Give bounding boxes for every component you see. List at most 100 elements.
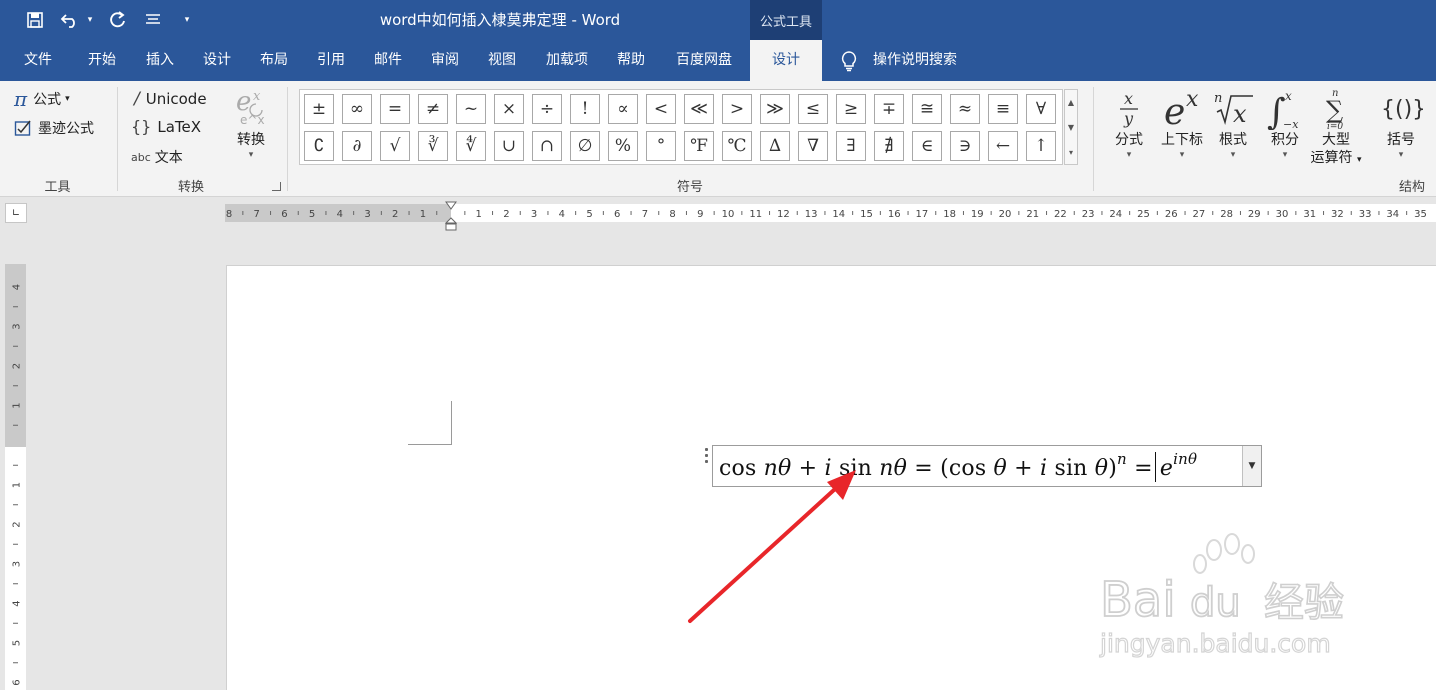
symbol-contains[interactable]: ∋ <box>950 131 980 161</box>
tell-me-search[interactable]: 操作说明搜索 <box>873 40 957 81</box>
ruler-number: 1 <box>12 482 23 488</box>
symbol-factorial[interactable]: ! <box>570 94 600 124</box>
redo-icon <box>110 11 125 28</box>
svg-text:∑: ∑ <box>1326 96 1343 124</box>
gallery-expand-button[interactable]: ▾ <box>1065 140 1077 165</box>
symbol-minus-plus[interactable]: ∓ <box>874 94 904 124</box>
gallery-scroll-up[interactable]: ▲ <box>1065 90 1077 115</box>
redo-button[interactable] <box>106 8 130 32</box>
symbol-greater-equal[interactable]: ≥ <box>836 94 866 124</box>
symbol-intersection[interactable]: ∩ <box>532 131 562 161</box>
equation-button[interactable]: π 公式 ▾ <box>14 87 70 111</box>
symbol-nabla[interactable]: ∇ <box>798 131 828 161</box>
integral-button[interactable]: ∫ x −x 积分 ▾ <box>1262 85 1308 169</box>
symbol-for-all[interactable]: ∀ <box>1026 94 1056 124</box>
symbol-fourth-root[interactable]: ∜ <box>456 131 486 161</box>
undo-dropdown[interactable]: ▾ <box>84 8 96 32</box>
symbol-complement[interactable]: ∁ <box>304 131 334 161</box>
tab-view[interactable]: 视图 <box>476 40 528 81</box>
symbol-up-arrow[interactable]: ↑ <box>1026 131 1056 161</box>
symbol-plus-minus[interactable]: ± <box>304 94 334 124</box>
symbol-infinity[interactable]: ∞ <box>342 94 372 124</box>
ruler-number: 2 <box>12 521 23 527</box>
touch-mode-button[interactable] <box>142 8 164 32</box>
large-operator-button[interactable]: n ∑ i=0 大型 运算符 ▾ <box>1310 85 1362 169</box>
symbol-tilde[interactable]: ~ <box>456 94 486 124</box>
symbol-cube-root[interactable]: ∛ <box>418 131 448 161</box>
symbol-celsius[interactable]: ℃ <box>722 131 752 161</box>
symbol-increment[interactable]: ∆ <box>760 131 790 161</box>
chevron-down-icon: ▾ <box>1398 150 1404 160</box>
symbol-greater-than[interactable]: > <box>722 94 752 124</box>
braces-icon: {} <box>131 117 152 136</box>
text-option[interactable]: abc 文本 <box>131 147 183 167</box>
customize-qat-button[interactable]: ▾ <box>180 8 194 32</box>
indent-marker-icon[interactable] <box>445 201 457 231</box>
symbol-identical[interactable]: ≡ <box>988 94 1018 124</box>
tab-references[interactable]: 引用 <box>305 40 357 81</box>
tab-design[interactable]: 设计 <box>191 40 243 81</box>
symbol-percent[interactable]: % <box>608 131 638 161</box>
tab-review[interactable]: 审阅 <box>419 40 471 81</box>
symbol-less-than[interactable]: < <box>646 94 676 124</box>
equation-options-dropdown[interactable]: ▼ <box>1242 446 1261 486</box>
ruler-number: 2 <box>503 209 509 220</box>
ruler-number: 23 <box>1082 209 1095 220</box>
symbol-fahrenheit[interactable]: ℉ <box>684 131 714 161</box>
symbol-empty-set[interactable]: ∅ <box>570 131 600 161</box>
symbol-sqrt[interactable]: √ <box>380 131 410 161</box>
symbol-not-equal[interactable]: ≠ <box>418 94 448 124</box>
save-button[interactable] <box>24 8 46 32</box>
vertical-ruler[interactable]: 4 3 2 1 1 2 3 4 5 6 <box>5 264 26 690</box>
ruler-number: 4 <box>337 209 343 220</box>
unicode-option[interactable]: / Unicode <box>134 89 207 109</box>
symbol-times[interactable]: × <box>494 94 524 124</box>
equation-move-handle[interactable] <box>701 446 712 464</box>
latex-option[interactable]: {} LaTeX <box>131 117 201 136</box>
horizontal-ruler[interactable]: 8 7 6 5 4 3 2 1 1 2 3 4 5 6 7 8 9 10 11 12 13 14 15 16 17 18 19 20 2… <box>225 201 1436 231</box>
fraction-button[interactable]: xy 分式 ▾ <box>1108 85 1150 169</box>
tab-help[interactable]: 帮助 <box>605 40 657 81</box>
tab-addins[interactable]: 加载项 <box>536 40 598 81</box>
symbol-divide[interactable]: ÷ <box>532 94 562 124</box>
symbol-equals[interactable]: = <box>380 94 410 124</box>
bracket-icon: {()} <box>1378 85 1424 131</box>
symbol-approx[interactable]: ≈ <box>950 94 980 124</box>
de-moivre-equation[interactable]: cos nθ + i sin nθ = (cos θ + i sin θ)n =… <box>719 450 1197 481</box>
undo-button[interactable] <box>58 8 82 32</box>
symbol-partial[interactable]: ∂ <box>342 131 372 161</box>
tab-insert[interactable]: 插入 <box>134 40 186 81</box>
tab-equation-design[interactable]: 设计 <box>750 40 822 81</box>
lightbulb-icon[interactable] <box>838 50 860 72</box>
gallery-scrollbar: ▲ ▼ ▾ <box>1064 89 1078 165</box>
symbol-union[interactable]: ∪ <box>494 131 524 161</box>
symbol-congruent[interactable]: ≅ <box>912 94 942 124</box>
symbol-left-arrow[interactable]: ← <box>988 131 1018 161</box>
ruler-number: 25 <box>1137 209 1150 220</box>
group-label-structures: 结构 <box>1398 180 1425 195</box>
symbol-degree[interactable]: ° <box>646 131 676 161</box>
symbol-less-equal[interactable]: ≤ <box>798 94 828 124</box>
gallery-scroll-down[interactable]: ▼ <box>1065 115 1077 140</box>
tab-layout[interactable]: 布局 <box>248 40 300 81</box>
symbol-much-greater[interactable]: ≫ <box>760 94 790 124</box>
tab-file[interactable]: 文件 <box>8 40 68 81</box>
symbol-proportional[interactable]: ∝ <box>608 94 638 124</box>
bracket-button[interactable]: {()} 括号 ▾ <box>1378 85 1424 169</box>
ink-equation-button[interactable]: 墨迹公式 <box>14 118 94 138</box>
symbol-exists[interactable]: ∃ <box>836 131 866 161</box>
tab-baidu-netdisk[interactable]: 百度网盘 <box>664 40 744 81</box>
tab-selector-button[interactable]: ∟ <box>5 203 27 223</box>
ruler-number: 2 <box>12 363 23 369</box>
symbol-not-exists[interactable]: ∄ <box>874 131 904 161</box>
script-button[interactable]: ex 上下标 ▾ <box>1155 85 1209 169</box>
dialog-launcher-icon[interactable] <box>272 182 281 191</box>
convert-button[interactable]: e x e^x 转换 ▾ <box>229 85 273 169</box>
equation-box[interactable]: cos nθ + i sin nθ = (cos θ + i sin θ)n =… <box>712 445 1262 487</box>
tab-mailings[interactable]: 邮件 <box>362 40 414 81</box>
radical-button[interactable]: nx 根式 ▾ <box>1210 85 1256 169</box>
svg-text:x: x <box>1186 87 1199 112</box>
symbol-much-less[interactable]: ≪ <box>684 94 714 124</box>
tab-home[interactable]: 开始 <box>76 40 128 81</box>
symbol-element-of[interactable]: ∈ <box>912 131 942 161</box>
